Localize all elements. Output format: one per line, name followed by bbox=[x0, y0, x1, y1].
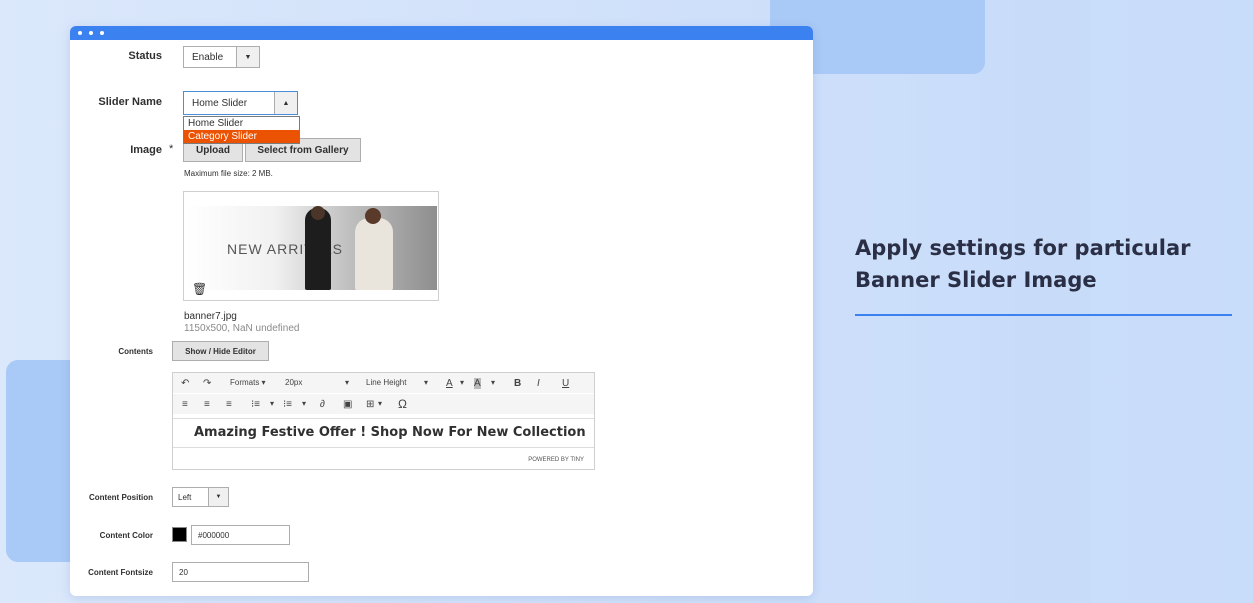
window-titlebar bbox=[70, 26, 813, 40]
file-meta: 1150x500, NaN undefined bbox=[184, 323, 300, 334]
image-icon[interactable]: ▣ bbox=[343, 399, 352, 410]
undo-icon[interactable]: ↶ bbox=[181, 378, 189, 389]
underline-icon[interactable]: U bbox=[562, 378, 569, 389]
chevron-down-icon: ▾ bbox=[345, 378, 350, 387]
numbered-list-icon[interactable]: ⁝≡ bbox=[251, 399, 260, 410]
chevron-down-icon: ▾ bbox=[378, 399, 383, 408]
bullet-list-icon[interactable]: ⁝≡ bbox=[283, 399, 292, 410]
window-dot-icon bbox=[78, 31, 82, 35]
chevron-down-icon: ▾ bbox=[424, 378, 429, 387]
content-position-select-value: Left bbox=[178, 492, 192, 502]
image-preview: NEW ARRIVALS 🗑 bbox=[183, 191, 439, 301]
align-right-icon[interactable]: ≡ bbox=[226, 399, 232, 410]
special-character-icon[interactable]: Ω bbox=[398, 397, 407, 411]
side-caption-underline bbox=[855, 314, 1232, 316]
editor-content[interactable]: Amazing Festive Offer ! Shop Now For New… bbox=[173, 418, 594, 448]
file-name: banner7.jpg bbox=[184, 311, 237, 322]
dropdown-option-selected[interactable]: Category Slider bbox=[184, 130, 299, 143]
slider-name-dropdown: Home Slider Category Slider bbox=[183, 116, 300, 144]
slider-name-select[interactable]: Home Slider ▲ bbox=[183, 91, 298, 115]
chevron-down-icon: ▼ bbox=[208, 488, 228, 506]
font-size-dropdown[interactable]: 20px bbox=[285, 378, 302, 387]
status-select-value: Enable bbox=[192, 51, 224, 63]
status-label: Status bbox=[128, 50, 162, 62]
italic-icon[interactable]: I bbox=[537, 378, 540, 389]
chevron-up-icon: ▲ bbox=[274, 92, 297, 114]
content-position-label: Content Position bbox=[89, 493, 153, 502]
chevron-down-icon: ▾ bbox=[460, 378, 465, 387]
content-position-select[interactable]: Left ▼ bbox=[172, 487, 229, 507]
show-hide-editor-button[interactable]: Show / Hide Editor bbox=[172, 341, 269, 361]
align-center-icon[interactable]: ≡ bbox=[204, 399, 210, 410]
editor-toolbar-row-1: ↶ ↷ Formats ▾ 20px ▾ Line Height ▾ A ▾ A… bbox=[173, 373, 594, 393]
banner-figure bbox=[305, 208, 331, 290]
content-fontsize-label: Content Fontsize bbox=[88, 568, 153, 577]
table-icon[interactable]: ⊞ bbox=[366, 399, 374, 410]
content-fontsize-input[interactable]: 20 bbox=[172, 562, 309, 582]
content-color-label: Content Color bbox=[99, 531, 153, 540]
formats-dropdown[interactable]: Formats ▾ bbox=[230, 378, 266, 387]
trash-icon[interactable]: 🗑 bbox=[192, 282, 207, 296]
content-color-input[interactable]: #000000 bbox=[191, 525, 290, 545]
background-color-icon[interactable]: A bbox=[474, 378, 481, 389]
chevron-down-icon: ▾ bbox=[302, 399, 307, 408]
slider-name-select-value: Home Slider bbox=[192, 97, 248, 109]
contents-label: Contents bbox=[118, 347, 153, 356]
background-decoration bbox=[6, 360, 76, 562]
chevron-down-icon: ▼ bbox=[236, 47, 259, 67]
slider-name-label: Slider Name bbox=[98, 96, 162, 108]
line-height-dropdown[interactable]: Line Height bbox=[366, 378, 406, 387]
powered-by-label: POWERED BY TINY bbox=[528, 457, 584, 463]
bold-icon[interactable]: B bbox=[514, 378, 521, 389]
status-select[interactable]: Enable ▼ bbox=[183, 46, 260, 68]
required-mark: * bbox=[169, 143, 174, 155]
max-file-size-note: Maximum file size: 2 MB. bbox=[184, 169, 273, 178]
banner-figure bbox=[365, 208, 381, 224]
banner-image: NEW ARRIVALS bbox=[187, 206, 437, 290]
window-dot-icon bbox=[89, 31, 93, 35]
app-window bbox=[70, 26, 813, 596]
align-left-icon[interactable]: ≡ bbox=[182, 399, 188, 410]
color-swatch[interactable] bbox=[172, 527, 187, 542]
text-color-icon[interactable]: A bbox=[446, 378, 453, 389]
redo-icon[interactable]: ↷ bbox=[203, 378, 211, 389]
chevron-down-icon: ▾ bbox=[491, 378, 496, 387]
editor-toolbar-row-2: ≡ ≡ ≡ ⁝≡ ▾ ⁝≡ ▾ ∂ ▣ ⊞ ▾ Ω bbox=[173, 394, 594, 414]
banner-figure bbox=[355, 218, 393, 290]
chevron-down-icon: ▾ bbox=[270, 399, 275, 408]
window-dot-icon bbox=[100, 31, 104, 35]
background-decoration bbox=[1090, 0, 1253, 603]
image-label: Image bbox=[130, 144, 162, 156]
rich-text-editor: ↶ ↷ Formats ▾ 20px ▾ Line Height ▾ A ▾ A… bbox=[172, 372, 595, 470]
link-icon[interactable]: ∂ bbox=[320, 399, 325, 410]
dropdown-option[interactable]: Home Slider bbox=[184, 117, 299, 130]
side-caption: Apply settings for particular Banner Sli… bbox=[855, 236, 1191, 292]
banner-figure bbox=[311, 206, 325, 220]
